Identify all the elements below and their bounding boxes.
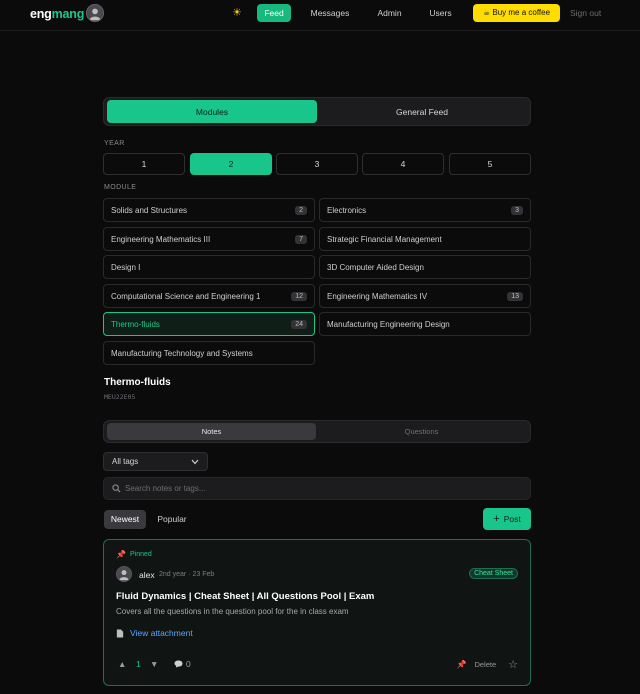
- module-count-badge: 24: [291, 319, 307, 329]
- search-input[interactable]: [125, 484, 525, 493]
- module-item[interactable]: Strategic Financial Management: [319, 227, 531, 251]
- nav-feed[interactable]: Feed: [257, 4, 291, 22]
- author-avatar[interactable]: [116, 566, 132, 582]
- post-author[interactable]: alex: [139, 570, 155, 580]
- pinned-label: Pinned: [129, 551, 152, 558]
- year-option-1[interactable]: 1: [103, 153, 185, 175]
- module-item[interactable]: 3D Computer Aided Design: [319, 255, 531, 279]
- year-option-4[interactable]: 4: [362, 153, 444, 175]
- post-card[interactable]: 📌 Pinned alex 2nd year · 23 Feb Cheat Sh…: [103, 539, 531, 686]
- module-count-badge: 7: [295, 234, 307, 244]
- buy-coffee-button[interactable]: ☕ Buy me a coffee: [473, 4, 560, 22]
- module-item-selected[interactable]: Thermo-fluids 24: [103, 312, 315, 336]
- post-meta: 2nd year · 23 Feb: [159, 571, 215, 578]
- module-name: Engineering Mathematics III: [111, 234, 211, 244]
- tab-general-feed[interactable]: General Feed: [317, 100, 527, 123]
- delete-button[interactable]: Delete: [474, 660, 496, 669]
- comment-icon: [174, 660, 183, 668]
- pin-icon: 📌: [116, 550, 126, 559]
- module-count-badge: 13: [507, 291, 523, 301]
- module-item[interactable]: Solids and Structures 2: [103, 198, 315, 222]
- user-avatar[interactable]: [86, 4, 104, 22]
- sign-out-link[interactable]: Sign out: [570, 4, 601, 22]
- year-label: YEAR: [104, 140, 125, 147]
- post-title[interactable]: Fluid Dynamics | Cheat Sheet | All Quest…: [116, 591, 374, 602]
- module-name: Computational Science and Engineering 1: [111, 291, 261, 301]
- sort-newest-button[interactable]: Newest: [104, 510, 146, 529]
- module-name: Solids and Structures: [111, 205, 188, 215]
- module-count-badge: 12: [291, 291, 307, 301]
- new-post-button[interactable]: + Post: [483, 508, 531, 530]
- module-item[interactable]: Electronics 3: [319, 198, 531, 222]
- post-actions: 📌 Delete ☆: [456, 658, 518, 671]
- logo-part-eng: eng: [30, 7, 52, 21]
- downvote-icon[interactable]: ▼: [150, 659, 160, 669]
- tab-questions[interactable]: Questions: [316, 423, 527, 440]
- sun-icon[interactable]: ☀: [232, 6, 242, 19]
- year-option-5[interactable]: 5: [449, 153, 531, 175]
- content-tabs: Notes Questions: [103, 420, 531, 443]
- pinned-indicator: 📌 Pinned: [116, 550, 152, 559]
- module-name: Electronics: [327, 205, 367, 215]
- logo-part-mang: mang: [51, 7, 85, 21]
- nav-users[interactable]: Users: [426, 4, 455, 22]
- module-item[interactable]: Design I: [103, 255, 315, 279]
- post-description: Covers all the questions in the question…: [116, 607, 349, 616]
- module-name: Manufacturing Technology and Systems: [111, 348, 253, 358]
- nav-admin[interactable]: Admin: [374, 4, 405, 22]
- module-item[interactable]: Engineering Mathematics III 7: [103, 227, 315, 251]
- module-name: Design I: [111, 262, 141, 272]
- module-title: Thermo-fluids: [104, 377, 171, 388]
- pin-icon[interactable]: 📌: [456, 660, 466, 669]
- module-item[interactable]: Manufacturing Technology and Systems: [103, 341, 315, 365]
- vote-bar: ▲ 1 ▼ 0: [118, 659, 191, 669]
- module-name: 3D Computer Aided Design: [327, 262, 424, 272]
- year-option-3[interactable]: 3: [276, 153, 358, 175]
- star-icon[interactable]: ☆: [508, 658, 518, 671]
- nav-messages[interactable]: Messages: [307, 4, 353, 22]
- module-name: Thermo-fluids: [111, 319, 160, 329]
- module-item[interactable]: Engineering Mathematics IV 13: [319, 284, 531, 308]
- search-box: [103, 477, 531, 500]
- module-name: Strategic Financial Management: [327, 234, 442, 244]
- tab-notes[interactable]: Notes: [107, 423, 316, 440]
- tag-filter-value: All tags: [112, 457, 139, 466]
- module-item[interactable]: Computational Science and Engineering 1 …: [103, 284, 315, 308]
- comment-count: 0: [186, 659, 191, 669]
- module-count-badge: 3: [511, 205, 523, 215]
- plus-icon: +: [493, 512, 500, 525]
- comments-button[interactable]: 0: [174, 659, 191, 669]
- module-name: Engineering Mathematics IV: [327, 291, 428, 301]
- top-nav: engmang ☀ Feed Messages Admin Users ☕ Bu…: [0, 0, 640, 31]
- attachment-label: View attachment: [130, 628, 193, 638]
- module-count-badge: 2: [295, 205, 307, 215]
- module-code: MEU22E05: [104, 393, 136, 401]
- app-logo[interactable]: engmang: [30, 7, 84, 21]
- search-icon: [112, 484, 121, 493]
- post-button-label: Post: [503, 514, 521, 524]
- module-label: MODULE: [104, 184, 137, 191]
- attachment-link[interactable]: View attachment: [116, 628, 193, 638]
- tag-badge[interactable]: Cheat Sheet: [469, 568, 518, 579]
- year-option-2[interactable]: 2: [190, 153, 272, 175]
- feed-tabs: Modules General Feed: [103, 97, 531, 126]
- module-name: Manufacturing Engineering Design: [327, 319, 450, 329]
- tab-modules[interactable]: Modules: [107, 100, 317, 123]
- upvote-icon[interactable]: ▲: [118, 659, 128, 669]
- tag-filter-select[interactable]: All tags: [103, 452, 208, 471]
- file-icon: [116, 628, 124, 638]
- sort-popular-button[interactable]: Popular: [152, 510, 192, 529]
- module-item[interactable]: Manufacturing Engineering Design: [319, 312, 531, 336]
- vote-score: 1: [136, 659, 141, 669]
- chevron-down-icon: [191, 459, 199, 464]
